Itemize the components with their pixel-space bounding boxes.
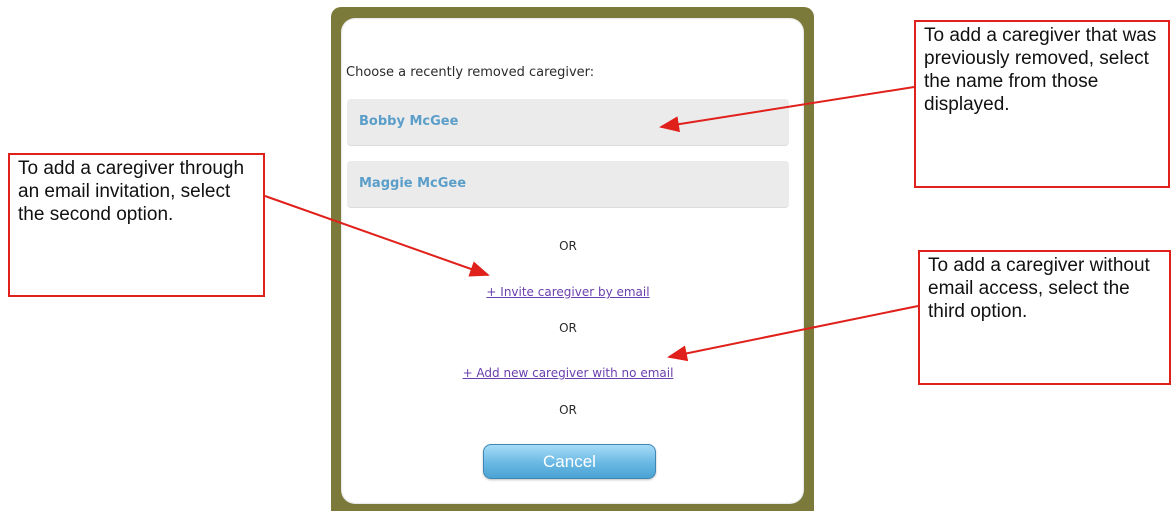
arrow-previously-removed [659,86,915,133]
annotation-arrows [264,86,919,362]
arrow-email-invitation [264,195,490,277]
arrow-no-email [667,305,919,362]
